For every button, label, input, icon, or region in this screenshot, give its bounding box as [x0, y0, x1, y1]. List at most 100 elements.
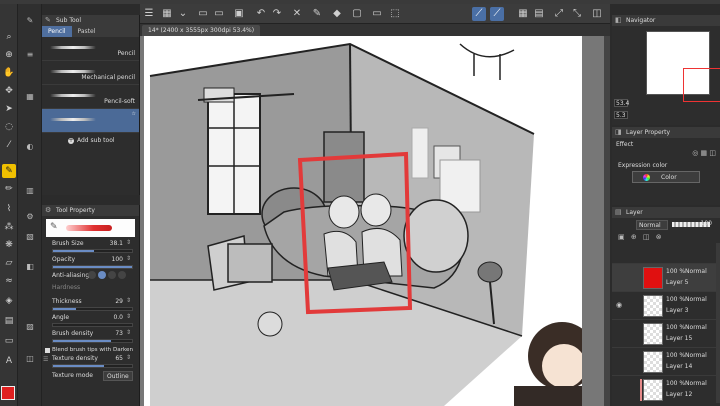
tool-group-icon[interactable]: ◐: [23, 140, 37, 154]
fill-icon[interactable]: ◆: [330, 7, 344, 21]
spinner-icon[interactable]: ⇕: [126, 239, 131, 246]
canvas-scrollbar[interactable]: [604, 36, 610, 406]
layers-icon[interactable]: ▦: [160, 7, 174, 21]
navigator-rotate-value[interactable]: 5.3: [614, 111, 628, 119]
tool-group-icon[interactable]: ▥: [23, 184, 37, 198]
layer-item[interactable]: 100 %Normal Layer 12: [612, 375, 720, 403]
brush-item[interactable]: Mechanical pencil: [42, 61, 139, 85]
tool-group-icon[interactable]: ◧: [23, 260, 37, 274]
spinner-icon[interactable]: ⇕: [126, 354, 131, 361]
new-file-icon[interactable]: ▭: [196, 7, 210, 21]
texture-mode-select[interactable]: Outline: [103, 371, 133, 381]
tool-group-icon[interactable]: ⚙: [23, 210, 37, 224]
tab-pencil[interactable]: Pencil: [42, 26, 72, 37]
text-icon[interactable]: A: [2, 354, 16, 368]
expression-color-select[interactable]: Color: [632, 171, 700, 183]
zoom-icon[interactable]: ⌕: [2, 30, 16, 44]
layer-item[interactable]: 100 %Normal Layer 14: [612, 347, 720, 375]
antialias-medium-option[interactable]: [108, 271, 116, 279]
operation-icon[interactable]: ➤: [2, 102, 16, 116]
thickness-value[interactable]: 29: [115, 298, 123, 305]
flip-icon[interactable]: ◫: [590, 7, 604, 21]
main-color-swatch[interactable]: [1, 386, 15, 400]
add-subtool-button[interactable]: + Add sub tool: [68, 137, 115, 144]
decoration-icon[interactable]: ❋: [2, 238, 16, 252]
figure-icon[interactable]: ▭: [2, 334, 16, 348]
texture-density-slider[interactable]: [52, 364, 133, 368]
pen-icon[interactable]: ✎: [2, 164, 16, 178]
symmetry-icon[interactable]: ⤡: [570, 7, 584, 21]
grid-icon[interactable]: ▦: [516, 7, 530, 21]
tool-group-icon[interactable]: ▨: [23, 320, 37, 334]
tool-group-icon[interactable]: ✎: [23, 14, 37, 28]
brush-item-selected[interactable]: ☆: [42, 109, 139, 133]
lasso-icon[interactable]: ◌: [2, 120, 16, 134]
opacity-slider[interactable]: [52, 265, 133, 269]
tool-group-icon[interactable]: ◫: [23, 352, 37, 366]
angle-value[interactable]: 0.0: [113, 314, 123, 321]
brush-item[interactable]: Pencil: [42, 37, 139, 61]
brush-size-value[interactable]: 38.1: [110, 240, 123, 247]
chevron-down-icon[interactable]: ⌄: [176, 7, 190, 21]
canvas-tab[interactable]: 14* (2400 x 3555px 300dpi 53.4%): [142, 25, 261, 36]
eye-icon[interactable]: ◉: [616, 301, 622, 309]
texture-density-value[interactable]: 65: [115, 355, 123, 362]
angle-slider[interactable]: [52, 323, 133, 327]
antialias-weak-option[interactable]: [98, 271, 106, 279]
layer-item[interactable]: ◉ 100 %Normal Layer 3: [612, 291, 720, 319]
layer-item[interactable]: 100 %Normal Layer 5: [612, 263, 720, 291]
tool-group-icon[interactable]: ≡: [23, 48, 37, 62]
gradient-icon[interactable]: ▤: [2, 314, 16, 328]
guide-icon[interactable]: ▤: [532, 7, 546, 21]
deselect-icon[interactable]: ⬚: [388, 7, 402, 21]
tool-group-icon[interactable]: ▧: [23, 230, 37, 244]
eraser-icon[interactable]: ▱: [2, 256, 16, 270]
spinner-icon[interactable]: ⇕: [126, 313, 131, 320]
blend-darken-checkbox[interactable]: Blend brush tips with Darken: [42, 346, 139, 355]
ruler-icon[interactable]: ⟋: [472, 7, 486, 21]
open-icon[interactable]: ▭: [212, 7, 226, 21]
antialias-none-option[interactable]: [88, 271, 96, 279]
eyedropper-icon[interactable]: ⁄: [2, 138, 16, 152]
canvas-paper[interactable]: [144, 36, 596, 406]
brush-size-slider[interactable]: [52, 249, 133, 253]
save-icon[interactable]: ▣: [232, 7, 246, 21]
layer-opacity-value[interactable]: 100: [701, 220, 712, 227]
perspective-ruler-icon[interactable]: ⟋: [490, 7, 504, 21]
brush-item[interactable]: Pencil-soft: [42, 85, 139, 109]
brush-density-value[interactable]: 73: [115, 330, 123, 337]
checkbox-checked[interactable]: [45, 348, 50, 353]
clear-icon[interactable]: ✕: [290, 7, 304, 21]
brush-icon[interactable]: ⌇: [2, 202, 16, 216]
brush-density-slider[interactable]: [52, 339, 133, 343]
opacity-value[interactable]: 100: [112, 256, 123, 263]
zoom-icon-2[interactable]: ⊕: [2, 48, 16, 62]
move-icon[interactable]: ✥: [2, 84, 16, 98]
hand-icon[interactable]: ✋: [2, 66, 16, 80]
antialias-strong-option[interactable]: [118, 271, 126, 279]
fill-icon[interactable]: ◈: [2, 294, 16, 308]
pencil-icon[interactable]: ✏: [2, 182, 16, 196]
snap-icon[interactable]: ⤢: [552, 7, 566, 21]
redo-icon[interactable]: ↷: [270, 7, 284, 21]
layer-scrollbar[interactable]: [716, 243, 720, 403]
navigator-thumbnail[interactable]: [646, 31, 720, 102]
navigator-zoom-value[interactable]: 53.4: [614, 99, 629, 107]
tab-pastel[interactable]: Pastel: [72, 26, 102, 37]
tool-group-icon[interactable]: ▦: [23, 90, 37, 104]
blend-icon[interactable]: ≈: [2, 274, 16, 288]
layer-toolbar[interactable]: ▣ ⊕ ◫ ⊗: [618, 233, 664, 241]
spinner-icon[interactable]: ⇕: [126, 297, 131, 304]
menu-icon[interactable]: ☰: [142, 7, 156, 21]
effect-buttons[interactable]: ◎ ▦ ◫: [692, 149, 716, 157]
spinner-icon[interactable]: ⇕: [126, 255, 131, 262]
navigator-viewport-indicator[interactable]: [683, 68, 720, 102]
transform-icon[interactable]: ▢: [350, 7, 364, 21]
undo-icon[interactable]: ↶: [254, 7, 268, 21]
airbrush-icon[interactable]: ⁂: [2, 220, 16, 234]
blend-mode-select[interactable]: Normal: [636, 220, 668, 230]
crop-icon[interactable]: ▭: [370, 7, 384, 21]
layer-item[interactable]: 100 %Normal Layer 15: [612, 319, 720, 347]
stamp-icon[interactable]: ✎: [310, 7, 324, 21]
thickness-slider[interactable]: [52, 307, 133, 311]
